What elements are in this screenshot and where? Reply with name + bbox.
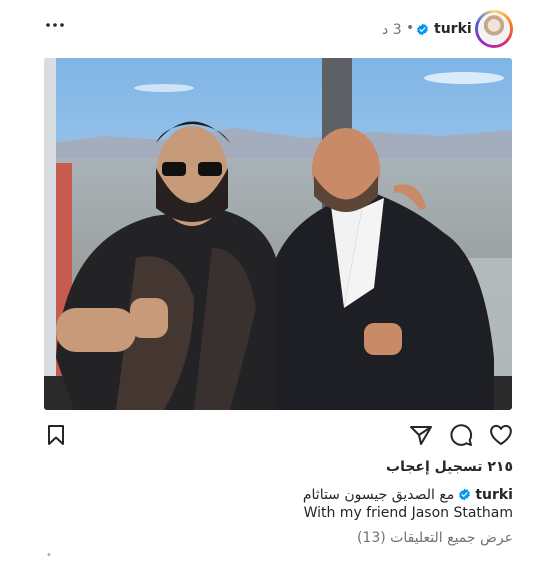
likes-count[interactable]: ٢١٥ تسجيل إعجاب	[386, 459, 513, 475]
more-horizontal-icon[interactable]	[45, 18, 65, 32]
caption: turki مع الصديق جيسون ستاثام	[303, 487, 513, 503]
photo-scene	[44, 58, 512, 410]
verified-badge-icon	[459, 488, 471, 501]
post-header: turki • 3 د	[0, 0, 545, 58]
heart-icon[interactable]	[488, 424, 514, 446]
caption-username[interactable]: turki	[475, 487, 513, 503]
bookmark-icon[interactable]	[46, 424, 66, 446]
post-username[interactable]: turki	[434, 21, 472, 37]
verified-badge-icon	[417, 23, 428, 36]
avatar[interactable]	[475, 10, 513, 48]
post-time[interactable]: 3 د	[382, 22, 402, 38]
caption-english: With my friend Jason Statham	[303, 505, 513, 521]
caption-arabic: مع الصديق جيسون ستاثام	[302, 487, 455, 503]
post-photo[interactable]	[44, 58, 512, 410]
separator-dot: •	[406, 20, 415, 36]
comment-icon[interactable]	[449, 423, 473, 447]
view-all-comments-link[interactable]: عرض جميع التعليقات (13)	[357, 530, 513, 546]
next-post-hint: •	[46, 550, 52, 561]
send-icon[interactable]	[409, 424, 433, 446]
